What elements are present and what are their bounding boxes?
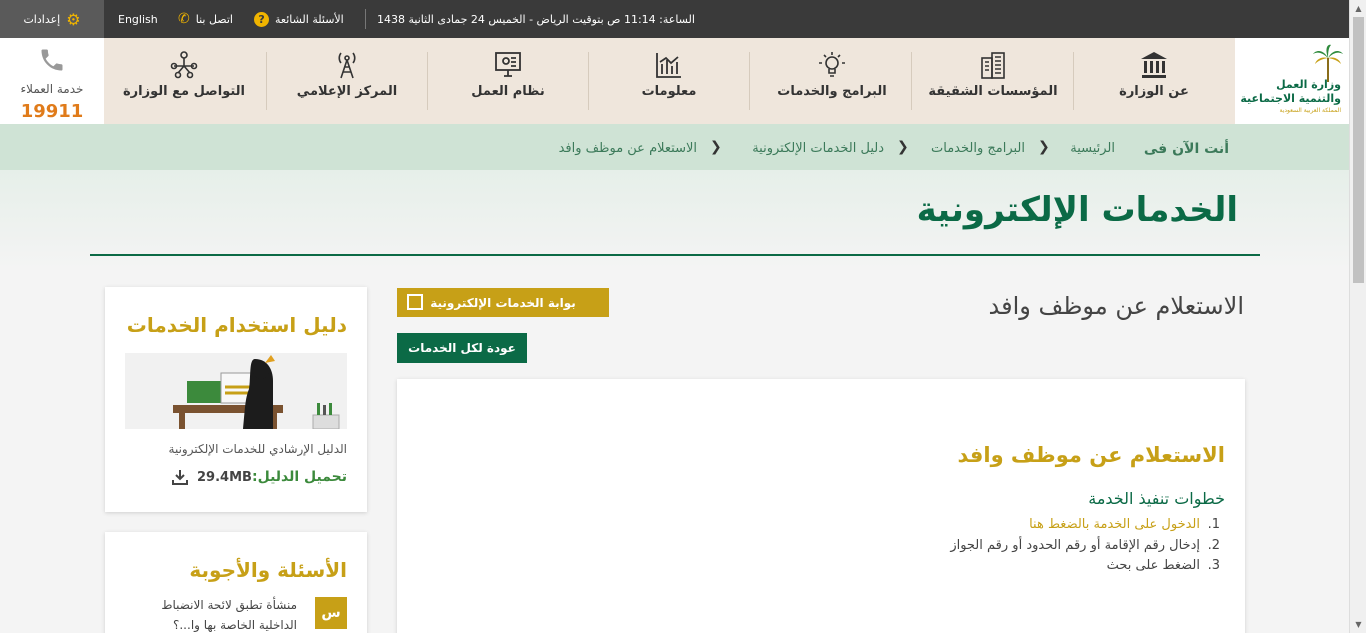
logo-line2: والتنمية الاجتماعية — [1240, 92, 1341, 105]
title-divider — [90, 254, 1260, 256]
steps-title: خطوات تنفيذ الخدمة — [1088, 489, 1225, 508]
faq-card: الأسئلة والأجوبة س منشأة تطبق لائحة الان… — [105, 532, 367, 633]
chevron-left-icon: ❮ — [710, 139, 722, 155]
step-item: 3. الضغط على بحث — [1106, 558, 1220, 573]
step-number: 3. — [1207, 558, 1220, 573]
nav-item-about-ministry[interactable]: عن الوزارة — [1074, 38, 1234, 124]
people-network-icon — [104, 50, 264, 80]
nav-label: معلومات — [641, 84, 697, 99]
nav-divider — [911, 52, 912, 110]
step-number: 2. — [1207, 538, 1220, 553]
breadcrumb-current: الاستعلام عن موظف وافد — [558, 141, 697, 156]
guide-title: دليل استخدام الخدمات — [126, 313, 347, 337]
nav-label: البرامج والخدمات — [777, 84, 887, 99]
question-icon: ? — [254, 11, 269, 27]
nav-label: المركز الإعلامي — [296, 84, 398, 99]
ministry-logo[interactable]: وزارة العمل والتنمية الاجتماعية المملكة … — [1235, 38, 1349, 124]
breadcrumb: أنت الآن فى الرئيسية ❮ البرامج والخدمات … — [0, 124, 1349, 170]
back-to-services-button[interactable]: عودة لكل الخدمات — [397, 333, 527, 363]
antenna-icon — [267, 50, 427, 80]
lightbulb-icon — [752, 50, 912, 80]
page-scrollbar[interactable]: ▲ ▼ — [1349, 0, 1366, 633]
phone-icon: ✆ — [178, 11, 190, 27]
back-button-label: عودة لكل الخدمات — [408, 341, 516, 355]
divider — [365, 9, 366, 29]
settings-label: إعدادات — [23, 12, 61, 26]
customer-service-number: 19911 — [20, 101, 84, 122]
logo-line3: المملكة العربية السعودية — [1279, 107, 1341, 114]
download-icon[interactable] — [171, 468, 189, 486]
nav-item-sister-institutions[interactable]: المؤسسات الشقيقة — [913, 38, 1073, 124]
external-link-icon — [407, 294, 423, 310]
chevron-left-icon: ❮ — [1038, 139, 1050, 155]
faq-link[interactable]: الأسئلة الشائعة ? — [254, 0, 344, 38]
logo-line1: وزارة العمل — [1276, 78, 1341, 91]
contact-link[interactable]: اتصل بنا ✆ — [178, 0, 233, 38]
step-item[interactable]: 1. الدخول على الخدمة بالضغط هنا — [1029, 517, 1220, 532]
step-text: الضغط على بحث — [1106, 558, 1200, 573]
language-label: English — [118, 12, 158, 26]
service-card: الاستعلام عن موظف وافد خطوات تنفيذ الخدم… — [397, 379, 1245, 633]
service-heading: الاستعلام عن موظف وافد — [988, 292, 1244, 320]
top-bar: ⚙ إعدادات English اتصل بنا ✆ الأسئلة الش… — [0, 0, 1349, 38]
language-link[interactable]: English — [118, 0, 158, 38]
nav-label: المؤسسات الشقيقة — [928, 84, 1058, 99]
step-number: 1. — [1207, 517, 1220, 532]
customer-service-label: خدمة العملاء — [20, 82, 84, 96]
chevron-left-icon: ❮ — [897, 139, 909, 155]
datetime-label: الساعة: 11:14 ص بتوقيت الرياض - الخميس 2… — [377, 12, 695, 26]
step-text: إدخال رقم الإقامة أو رقم الحدود أو رقم ا… — [950, 538, 1200, 553]
nav-label: عن الوزارة — [1119, 84, 1189, 99]
nav-item-labor-law[interactable]: نظام العمل — [428, 38, 588, 124]
nav-label: التواصل مع الوزارة — [123, 84, 245, 99]
datetime-text: الساعة: 11:14 ص بتوقيت الرياض - الخميس 2… — [377, 0, 695, 38]
nav-item-information[interactable]: معلومات — [589, 38, 749, 124]
breadcrumb-eservices-guide[interactable]: دليل الخدمات الإلكترونية — [752, 141, 884, 156]
scroll-down-icon[interactable]: ▼ — [1350, 616, 1366, 633]
services-guide-card: دليل استخدام الخدمات الدليل الإرشادي للخ… — [105, 287, 367, 512]
phone-icon — [41, 49, 63, 71]
monitor-icon — [428, 50, 588, 80]
nav-item-contact-ministry[interactable]: التواصل مع الوزارة — [104, 38, 264, 124]
question-badge: س — [315, 597, 347, 629]
office-buildings-icon — [913, 50, 1073, 80]
portal-button-label: بوابة الخدمات الإلكترونية — [430, 295, 576, 310]
nav-divider — [749, 52, 750, 110]
contact-label: اتصل بنا — [195, 12, 233, 26]
step-link-text[interactable]: الدخول على الخدمة بالضغط هنا — [1029, 517, 1200, 532]
card-title: الاستعلام عن موظف وافد — [957, 443, 1225, 467]
guide-description: الدليل الإرشادي للخدمات الإلكترونية — [168, 442, 347, 456]
guide-illustration[interactable] — [125, 353, 347, 429]
nav-item-media-center[interactable]: المركز الإعلامي — [267, 38, 427, 124]
customer-service[interactable]: خدمة العملاء 19911 — [0, 38, 104, 124]
nav-item-programs-services[interactable]: البرامج والخدمات — [752, 38, 912, 124]
breadcrumb-programs[interactable]: البرامج والخدمات — [931, 141, 1025, 156]
page-title: الخدمات الإلكترونية — [916, 190, 1238, 230]
bar-chart-icon — [589, 50, 749, 80]
building-columns-icon — [1074, 50, 1234, 80]
nav-label: نظام العمل — [471, 84, 545, 99]
step-item: 2. إدخال رقم الإقامة أو رقم الحدود أو رق… — [950, 538, 1220, 553]
breadcrumb-prefix: أنت الآن فى — [1143, 141, 1229, 157]
faq-title: الأسئلة والأجوبة — [189, 558, 347, 582]
eservices-portal-button[interactable]: بوابة الخدمات الإلكترونية — [397, 288, 609, 317]
download-size: 29.4MB — [197, 470, 252, 485]
scroll-up-icon[interactable]: ▲ — [1350, 0, 1366, 17]
main-navigation: خدمة العملاء 19911 التواصل مع الوزارة ال… — [0, 38, 1349, 124]
breadcrumb-home[interactable]: الرئيسية — [1070, 141, 1115, 156]
scrollbar-thumb[interactable] — [1353, 17, 1364, 283]
faq-label: الأسئلة الشائعة — [275, 12, 344, 26]
download-label: تحميل الدليل: — [251, 469, 347, 485]
settings-button[interactable]: ⚙ إعدادات — [0, 0, 104, 38]
gear-icon: ⚙ — [66, 9, 81, 29]
faq-question-link[interactable]: منشأة تطبق لائحة الانضباط الداخلية الخاص… — [127, 595, 297, 633]
